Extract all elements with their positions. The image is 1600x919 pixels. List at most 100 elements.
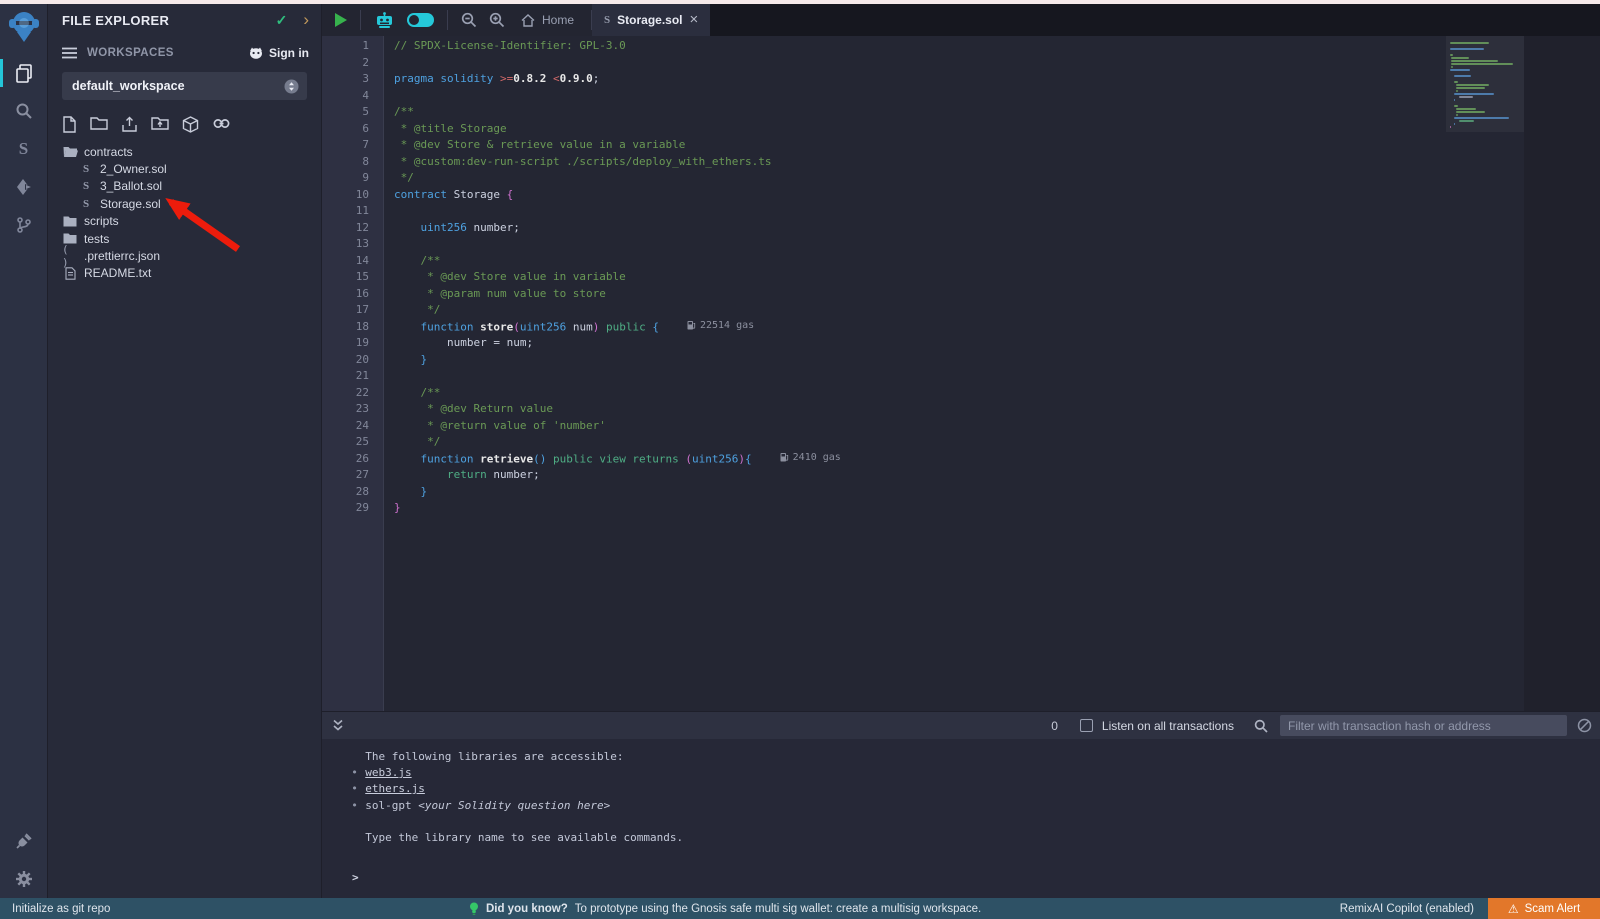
file-explorer-icon[interactable] [0, 54, 48, 92]
remix-logo[interactable] [8, 10, 40, 44]
icon-rail: S [0, 4, 48, 898]
file-tree-item-storage-sol[interactable]: SStorage.sol [62, 195, 321, 212]
file-tree-item-contracts[interactable]: contracts [62, 143, 321, 160]
deploy-run-icon[interactable] [0, 168, 48, 206]
file-name: scripts [84, 214, 119, 228]
clear-console-icon[interactable] [1577, 718, 1592, 733]
line-number: 12 [322, 221, 369, 238]
zoom-out-icon[interactable] [461, 12, 477, 28]
toolbar-left: Home [322, 4, 592, 36]
terminal-lines: The following libraries are accessible: … [352, 749, 1600, 846]
run-script-button[interactable] [335, 13, 347, 27]
workspace-select[interactable]: default_workspace [62, 72, 307, 100]
file-tree-item--prettierrc-json[interactable]: ( ).prettierrc.json [62, 247, 321, 264]
upload-file-icon[interactable] [121, 116, 138, 133]
warning-icon: ⚠ [1508, 902, 1519, 916]
line-number: 5 [322, 105, 369, 122]
file-tree-item-2-owner-sol[interactable]: S2_Owner.sol [62, 160, 321, 177]
sign-in-label: Sign in [269, 46, 309, 60]
code-line: function retrieve() public view returns … [394, 452, 1446, 469]
file-explorer-panel: FILE EXPLORER ✓ › WORKSPACES Sign in def [48, 4, 322, 898]
library-link[interactable]: web3.js [365, 766, 411, 779]
file-name: README.txt [84, 266, 151, 280]
line-number: 9 [322, 171, 369, 188]
new-folder-icon[interactable] [90, 116, 108, 133]
gas-estimate: 2410 gas [780, 452, 841, 463]
code-line: * @custom:dev-run-script ./scripts/deplo… [394, 155, 1446, 172]
code-line: */ [394, 435, 1446, 452]
chevron-right-icon[interactable]: › [303, 15, 309, 25]
line-number: 27 [322, 468, 369, 485]
link-icon[interactable] [212, 116, 231, 133]
line-number: 19 [322, 336, 369, 353]
editor-right-edge [1524, 36, 1600, 711]
listen-all-transactions-checkbox[interactable] [1080, 719, 1093, 732]
code-line [394, 237, 1446, 254]
copilot-status[interactable]: RemixAI Copilot (enabled) [1340, 903, 1474, 915]
transaction-filter-input[interactable] [1280, 715, 1567, 736]
tab-storage-sol[interactable]: S Storage.sol × [592, 4, 710, 36]
code-line: number = num; [394, 336, 1446, 353]
settings-gear-icon[interactable] [0, 860, 48, 898]
init-git-repo-button[interactable]: Initialize as git repo [0, 903, 110, 915]
app-root: S [0, 4, 1600, 898]
search-icon[interactable] [0, 92, 48, 130]
line-number: 13 [322, 237, 369, 254]
file-name: contracts [84, 145, 133, 159]
panel-header: FILE EXPLORER ✓ › [48, 4, 321, 36]
hamburger-menu-icon[interactable] [62, 47, 77, 59]
code-line: * @param num value to store [394, 287, 1446, 304]
ai-copilot-robot-icon[interactable] [374, 12, 395, 29]
line-number: 26 [322, 452, 369, 469]
library-link[interactable]: ethers.js [365, 782, 425, 795]
file-name: .prettierrc.json [84, 249, 160, 263]
tip-text: To prototype using the Gnosis safe multi… [575, 903, 982, 915]
terminal-toolbar: 0 Listen on all transactions [322, 711, 1600, 739]
code-line: } [394, 353, 1446, 370]
code-line: */ [394, 171, 1446, 188]
file-tree-item-scripts[interactable]: scripts [62, 213, 321, 230]
expand-terminal-icon[interactable] [332, 719, 344, 732]
file-tree-item-tests[interactable]: tests [62, 230, 321, 247]
workspace-selected-value: default_workspace [72, 79, 284, 93]
plugin-manager-icon[interactable] [0, 822, 48, 860]
toggle-knob [409, 15, 419, 25]
code-line: * @title Storage [394, 122, 1446, 139]
line-number: 4 [322, 89, 369, 106]
new-file-icon[interactable] [62, 116, 77, 133]
terminal-text-line: Type the library name to see available c… [352, 830, 1600, 846]
code-line: uint256 number; [394, 221, 1446, 238]
code-line: * @dev Store & retrieve value in a varia… [394, 138, 1446, 155]
code-line: } [394, 501, 1446, 518]
upload-folder-icon[interactable] [151, 116, 169, 133]
terminal-search-icon[interactable] [1254, 719, 1268, 733]
terminal-output[interactable]: The following libraries are accessible: … [322, 739, 1600, 898]
minimap[interactable] [1446, 36, 1524, 711]
editor-toolbar: Home S Storage.sol × [322, 4, 1600, 36]
code-line: } [394, 485, 1446, 502]
solidity-compiler-icon[interactable]: S [0, 130, 48, 168]
line-number: 11 [322, 204, 369, 221]
file-name: Storage.sol [100, 197, 161, 211]
git-icon[interactable] [0, 206, 48, 244]
file-tree-item-3-ballot-sol[interactable]: S3_Ballot.sol [62, 178, 321, 195]
minimap-slider[interactable] [1446, 36, 1524, 132]
copilot-toggle[interactable] [407, 13, 434, 27]
zoom-in-icon[interactable] [489, 12, 505, 28]
line-number: 29 [322, 501, 369, 518]
tab-home[interactable]: Home [517, 13, 578, 27]
close-tab-icon[interactable]: × [690, 14, 699, 26]
terminal-library-link-line: •web3.js [352, 765, 1600, 781]
listen-all-transactions-label: Listen on all transactions [1102, 719, 1234, 733]
code-area[interactable]: // SPDX-License-Identifier: GPL-3.0pragm… [384, 36, 1446, 711]
file-tree-item-readme-txt[interactable]: README.txt [62, 265, 321, 282]
scam-alert-button[interactable]: ⚠ Scam Alert [1488, 898, 1600, 919]
json-file-icon: ( ) [62, 243, 78, 269]
terminal-prompt[interactable]: > [352, 870, 1600, 886]
code-editor[interactable]: 1234567891011121314151617181920212223242… [322, 36, 1600, 711]
txt-file-icon [62, 267, 78, 280]
home-tab-label: Home [542, 13, 574, 27]
line-number: 7 [322, 138, 369, 155]
ipfs-box-icon[interactable] [182, 116, 199, 133]
sign-in-button[interactable]: Sign in [248, 46, 309, 60]
